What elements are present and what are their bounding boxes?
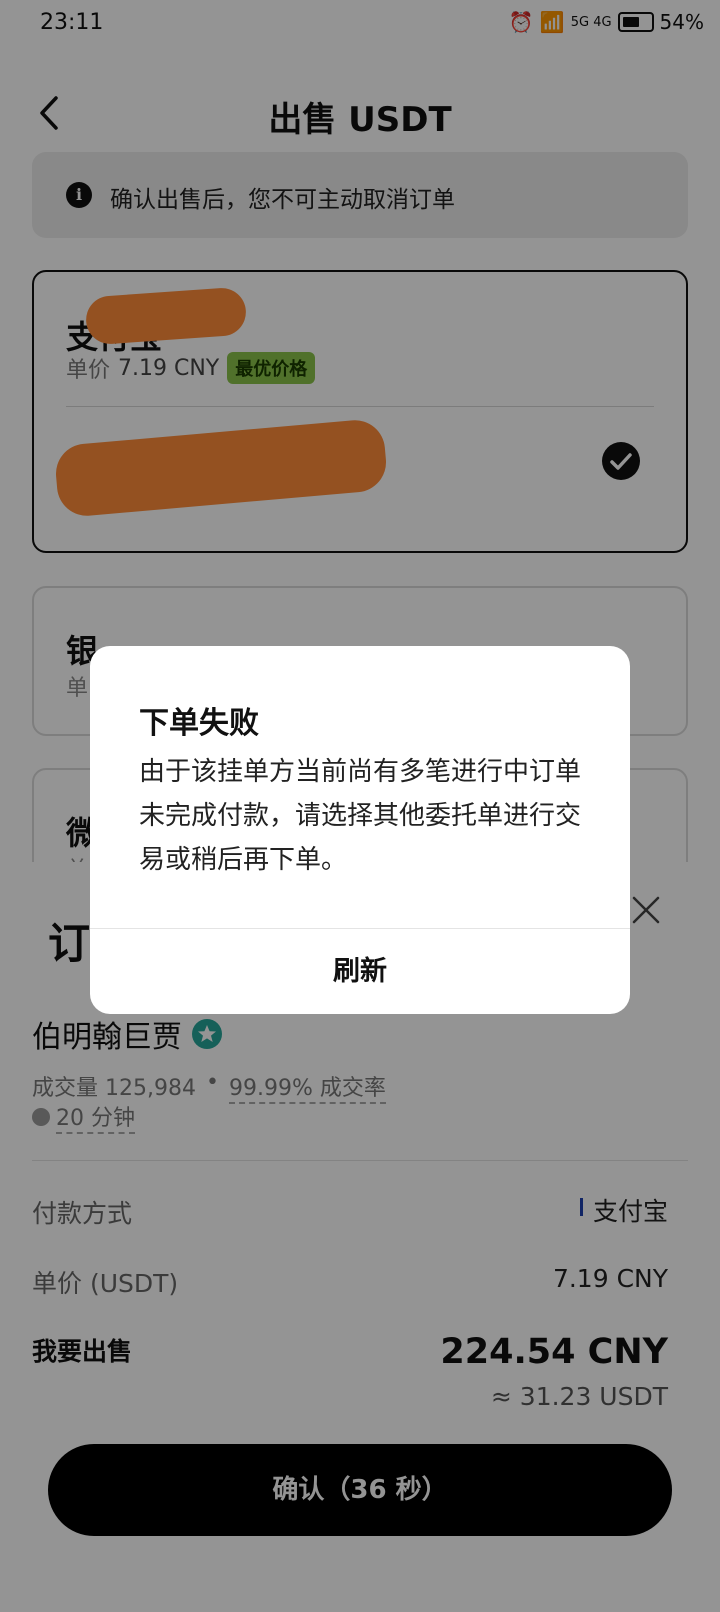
dialog-title: 下单失败	[139, 706, 259, 741]
order-failed-dialog: 下单失败 由于该挂单方当前尚有多笔进行中订单未完成付款，请选择其他委托单进行交易…	[90, 646, 630, 1014]
refresh-button[interactable]: 刷新	[90, 929, 630, 1014]
dialog-message: 由于该挂单方当前尚有多笔进行中订单未完成付款，请选择其他委托单进行交易或稍后再下…	[139, 757, 582, 875]
